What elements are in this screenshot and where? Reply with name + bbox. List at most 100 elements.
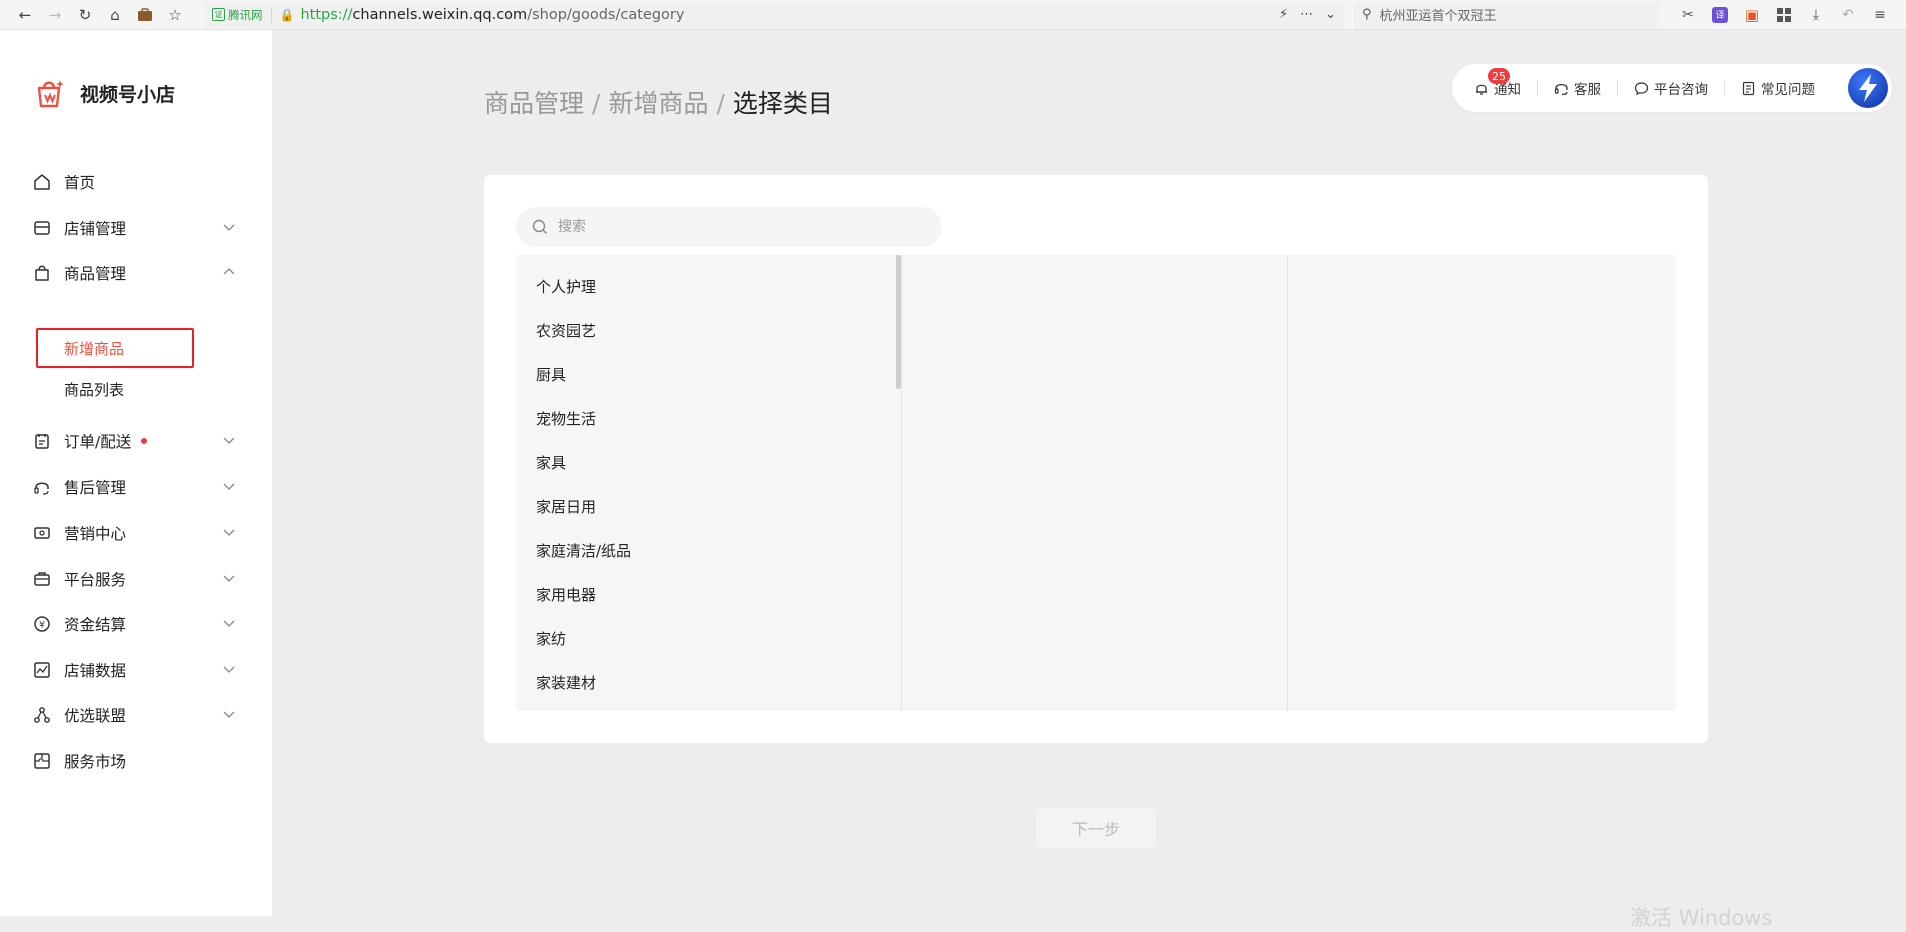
url-actions: ⚡ ⋯ ⌄ <box>1279 7 1336 22</box>
sidebar-item-alliance[interactable]: 优选联盟 <box>0 695 272 735</box>
breadcrumb-separator: / <box>716 89 725 118</box>
divider <box>1537 81 1538 95</box>
lightning-icon[interactable]: ⚡ <box>1279 7 1288 22</box>
category-item[interactable]: 家纺 <box>516 616 901 660</box>
breadcrumb-goods-manage[interactable]: 商品管理 <box>484 89 584 118</box>
sidebar-item-orders[interactable]: 订单/配送 <box>0 421 272 461</box>
briefcase-icon <box>32 569 52 589</box>
network-icon <box>32 705 52 725</box>
lightning-avatar-icon <box>1859 74 1877 102</box>
browser-toolbar: ← → ↻ ⌂ ☆ 证 腾讯网 🔒 https://channels.weixi… <box>0 0 1906 30</box>
category-item[interactable]: 家庭清洁/纸品 <box>516 528 901 572</box>
sidebar-subitem-label: 商品列表 <box>64 380 125 399</box>
cert-label: 腾讯网 <box>228 7 263 22</box>
sidebar-item-label: 资金结算 <box>64 616 127 634</box>
category-item[interactable]: 厨具 <box>516 352 901 396</box>
category-search[interactable] <box>516 207 942 247</box>
category-item[interactable]: 家居日用 <box>516 484 901 528</box>
sidebar-item-store-data[interactable]: 店铺数据 <box>0 650 272 690</box>
gamepad-icon[interactable]: ▣ <box>1738 2 1766 28</box>
url-text[interactable]: https://channels.weixin.qq.com/shop/good… <box>300 7 684 23</box>
category-level1-panel[interactable]: 个人护理 农资园艺 厨具 宠物生活 家具 家居日用 家庭清洁/纸品 家用电器 家纺 家装建材 <box>516 255 902 711</box>
sidebar-item-platform-service[interactable]: 平台服务 <box>0 559 272 599</box>
chevron-down-icon[interactable]: ⌄ <box>1325 7 1336 22</box>
breadcrumb: 商品管理 / 新增商品 / 选择类目 <box>484 84 833 120</box>
sidebar-item-service-market[interactable]: 服务市场 <box>0 741 272 781</box>
scrollbar[interactable] <box>896 255 901 389</box>
headset-icon <box>32 477 52 497</box>
platform-consult-button[interactable]: 平台咨询 <box>1634 78 1708 98</box>
headset-icon <box>1554 83 1568 95</box>
brand[interactable]: 视频号小店 <box>32 76 175 110</box>
home-browser-icon[interactable]: ⌂ <box>100 2 130 28</box>
translate-icon[interactable]: 译 <box>1706 2 1734 28</box>
browser-tools: ✂ 译 ▣ ⤓ ↶ ≡ <box>1674 2 1894 28</box>
browser-nav: ← → ↻ ⌂ ☆ <box>0 2 190 28</box>
yen-icon: ¥ <box>32 614 52 634</box>
sidebar-subitem-goods-list[interactable]: 商品列表 <box>36 369 194 409</box>
url-path: /shop/goods/category <box>527 6 685 23</box>
chat-bubble-icon <box>1634 81 1649 95</box>
category-card: 个人护理农资园艺厨具宠物生活家具家居日用家庭清洁/纸品家用电器家纺家装建材 <box>484 175 1708 743</box>
bookmark-star-icon[interactable]: ☆ <box>160 2 190 28</box>
back-icon[interactable]: ← <box>10 2 40 28</box>
category-level3-panel[interactable] <box>1288 255 1676 711</box>
brand-name: 视频号小店 <box>80 83 176 106</box>
document-icon <box>1742 81 1755 95</box>
sidebar-item-label: 营销中心 <box>64 525 127 543</box>
customer-service-button[interactable]: 客服 <box>1554 78 1601 98</box>
download-icon[interactable]: ⤓ <box>1802 2 1830 28</box>
more-icon[interactable]: ⋯ <box>1300 7 1313 22</box>
browser-search[interactable]: ⚲ 杭州亚运首个双冠王 <box>1354 1 1660 28</box>
category-item[interactable]: 家具 <box>516 440 901 484</box>
chevron-down-icon <box>223 620 235 627</box>
forward-icon[interactable]: → <box>40 2 70 28</box>
category-item[interactable]: 家用电器 <box>516 572 901 616</box>
briefcase-browser-icon[interactable] <box>130 2 160 28</box>
next-step-button[interactable]: 下一步 <box>1036 808 1156 848</box>
sidebar-item-after-sales[interactable]: 售后管理 <box>0 467 272 507</box>
sidebar-item-label: 服务市场 <box>64 753 127 771</box>
apps-grid-icon[interactable] <box>1770 2 1798 28</box>
undo-icon[interactable]: ↶ <box>1834 2 1862 28</box>
sidebar-item-marketing[interactable]: 营销中心 <box>0 513 272 553</box>
url-host: channels.weixin.qq.com <box>352 6 528 23</box>
chevron-down-icon <box>223 224 235 231</box>
notify-button[interactable]: 通知 25 <box>1474 68 1521 98</box>
notify-count-badge: 25 <box>1488 68 1510 84</box>
divider <box>1724 81 1725 95</box>
breadcrumb-add-goods[interactable]: 新增商品 <box>608 89 708 118</box>
category-item[interactable]: 农资园艺 <box>516 308 901 352</box>
windows-activation-watermark: 激活 Windows <box>1630 906 1773 930</box>
scissors-icon[interactable]: ✂ <box>1674 2 1702 28</box>
category-list: 个人护理 农资园艺 厨具 宠物生活 家具 家居日用 家庭清洁/纸品 家用电器 家纺 家装建材 <box>516 255 901 704</box>
page-title: 选择类目 <box>732 89 833 118</box>
search-input[interactable] <box>556 218 916 236</box>
faq-button[interactable]: 常见问题 <box>1741 78 1815 98</box>
sidebar: 视频号小店 首页 店铺管理 商品管理 新增商品 商品列表 订单/配送 售后管理 … <box>0 30 272 916</box>
sidebar-item-settlement[interactable]: ¥ 资金结算 <box>0 604 272 644</box>
address-bar[interactable]: 证 腾讯网 🔒 https://channels.weixin.qq.com/s… <box>204 1 1344 28</box>
chevron-down-icon <box>223 483 235 490</box>
sidebar-item-label: 商品管理 <box>64 265 127 283</box>
chevron-down-icon <box>223 575 235 582</box>
reload-icon[interactable]: ↻ <box>70 2 100 28</box>
bag-icon <box>32 263 52 283</box>
search-icon: ⚲ <box>1362 7 1372 22</box>
sidebar-item-store[interactable]: 店铺管理 <box>0 208 272 248</box>
sidebar-item-goods[interactable]: 商品管理 <box>0 253 272 293</box>
category-level2-panel[interactable] <box>902 255 1288 711</box>
category-item[interactable]: 家装建材 <box>516 660 901 704</box>
avatar[interactable] <box>1848 68 1888 108</box>
faq-label: 常见问题 <box>1761 82 1815 98</box>
category-item[interactable]: 宠物生活 <box>516 396 901 440</box>
sidebar-item-label: 店铺管理 <box>64 220 127 238</box>
sidebar-subitem-add-goods[interactable]: 新增商品 <box>36 328 194 368</box>
sidebar-item-home[interactable]: 首页 <box>0 162 272 202</box>
cert-badge[interactable]: 证 腾讯网 <box>212 6 272 23</box>
sidebar-item-label: 首页 <box>64 174 96 192</box>
menu-icon[interactable]: ≡ <box>1866 2 1894 28</box>
category-item[interactable]: 个人护理 <box>516 264 901 308</box>
chart-icon <box>32 660 52 680</box>
chevron-down-icon <box>223 711 235 718</box>
